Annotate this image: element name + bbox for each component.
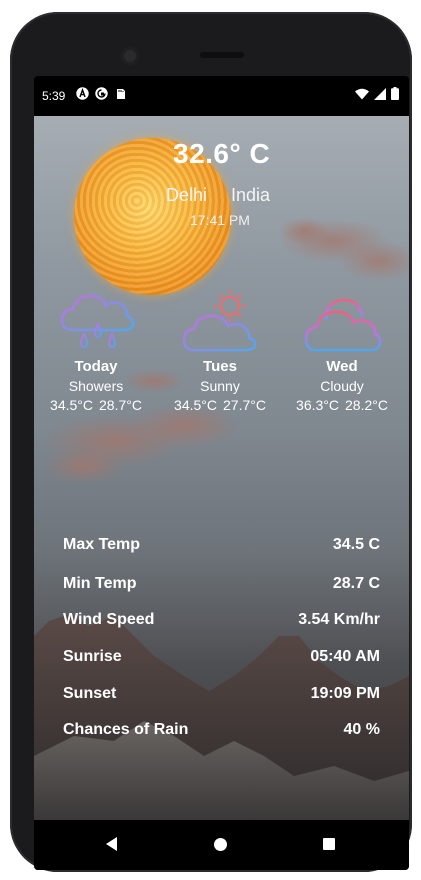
forecast-min-max: 36.3°C 28.2°C — [287, 397, 397, 413]
detail-value: 3.54 Km/hr — [298, 611, 380, 628]
country-name: India — [231, 185, 271, 205]
rain-cloud-icon — [60, 294, 135, 349]
forecast-max: 34.5°C — [174, 397, 217, 413]
detail-label: Sunrise — [63, 648, 122, 665]
recents-square-icon[interactable] — [323, 838, 335, 850]
detail-value: 34.5 C — [332, 536, 380, 553]
detail-value: 28.7 C — [332, 575, 380, 592]
weather-app: 32.6° C Delhi India 17:41 PM Today Showe… — [34, 116, 409, 820]
forecast-condition: Cloudy — [320, 378, 364, 394]
home-circle-icon[interactable] — [214, 838, 227, 851]
detail-row-chances-of-rain: Chances of Rain 40 % — [34, 721, 409, 743]
battery-icon — [391, 87, 399, 100]
forecast-max: 36.3°C — [296, 397, 339, 413]
status-bar: 5:39 — [34, 76, 409, 116]
city-name: Delhi — [166, 185, 208, 205]
detail-label: Wind Speed — [63, 611, 155, 628]
detail-row-max-temp: Max Temp 34.5 C — [34, 536, 409, 558]
forecast-day-label: Tues — [203, 358, 237, 375]
detail-label: Chances of Rain — [63, 721, 189, 738]
detail-value: 05:40 AM — [310, 648, 380, 665]
forecast-min-max: 34.5°C 28.7°C — [41, 397, 151, 413]
phone-frame: 5:39 32.6° C Delhi India 17:41 PM Today … — [10, 12, 412, 872]
detail-row-min-temp: Min Temp 28.7 C — [34, 575, 409, 597]
detail-row-wind-speed: Wind Speed 3.54 Km/hr — [34, 611, 409, 633]
forecast-day-wed: Wed Cloudy 36.3°C 28.2°C — [287, 286, 397, 413]
forecast-min: 28.7°C — [99, 397, 142, 413]
cloud-right — [279, 217, 409, 281]
forecast-condition: Sunny — [200, 378, 240, 394]
wifi-icon — [355, 88, 369, 99]
sd-card-icon — [117, 89, 125, 99]
navigation-bar — [34, 820, 409, 870]
detail-row-sunrise: Sunrise 05:40 AM — [34, 648, 409, 670]
status-left-icons — [76, 87, 127, 100]
signal-icon — [374, 87, 386, 100]
forecast-condition: Showers — [68, 378, 124, 394]
screen: 5:39 32.6° C Delhi India 17:41 PM Today … — [34, 76, 409, 870]
cloud-icon — [304, 298, 382, 352]
current-temperature: 32.6° C — [173, 138, 271, 169]
sun-cloud-icon — [182, 290, 257, 352]
back-triangle-icon[interactable] — [106, 837, 117, 851]
forecast-day-today: Today Showers 34.5°C 28.7°C — [41, 286, 151, 413]
detail-row-sunset: Sunset 19:09 PM — [34, 685, 409, 707]
current-time: 17:41 PM — [190, 212, 250, 228]
detail-label: Max Temp — [63, 536, 141, 553]
forecast-max: 34.5°C — [50, 397, 93, 413]
forecast-day-tues: Tues Sunny 34.5°C 27.7°C — [165, 286, 275, 413]
sync-icon — [95, 87, 108, 100]
forecast-day-label: Today — [74, 358, 118, 375]
status-right-icons — [355, 87, 399, 100]
status-time: 5:39 — [42, 89, 66, 103]
detail-value: 19:09 PM — [310, 685, 380, 702]
earpiece-speaker — [200, 52, 244, 58]
detail-value: 40 % — [343, 721, 380, 738]
forecast-min-max: 34.5°C 27.7°C — [165, 397, 275, 413]
detail-label: Sunset — [63, 685, 117, 702]
forecast-min: 27.7°C — [223, 397, 266, 413]
a-icon — [76, 87, 89, 100]
forecast-min: 28.2°C — [345, 397, 388, 413]
detail-label: Min Temp — [63, 575, 137, 592]
forecast-day-label: Wed — [326, 358, 358, 375]
front-camera — [121, 47, 139, 65]
